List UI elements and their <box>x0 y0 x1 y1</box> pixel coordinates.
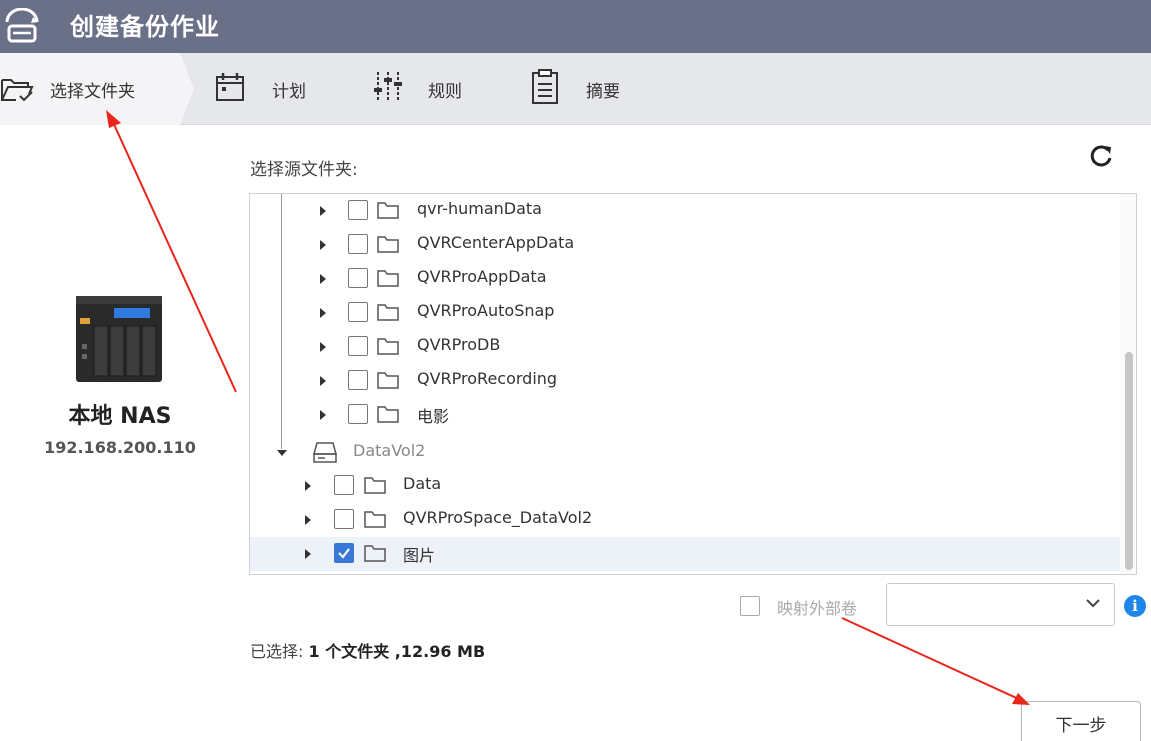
nas-panel: 本地 NAS 192.168.200.110 <box>0 126 240 741</box>
folder-icon <box>364 545 386 562</box>
folder-label: 电影 <box>417 407 450 426</box>
expand-caret-icon[interactable] <box>305 481 311 491</box>
folder-label: QVRCenterAppData <box>417 233 575 252</box>
folder-checkbox[interactable] <box>348 268 368 288</box>
expand-caret-icon[interactable] <box>305 549 311 559</box>
folder-label: QVRProAppData <box>417 267 547 286</box>
folder-icon <box>377 304 399 321</box>
tree-row[interactable]: qvr-humanData <box>250 194 1120 228</box>
checkmark-icon <box>338 548 350 559</box>
step-rules[interactable]: 规则 <box>372 53 492 125</box>
sliders-icon <box>374 72 402 102</box>
tree-row[interactable]: QVRProDB <box>250 330 1120 364</box>
folder-checkbox[interactable] <box>348 200 368 220</box>
volume-label: DataVol2 <box>353 441 426 460</box>
selection-summary-value: 1 个文件夹 ,12.96 MB <box>308 642 486 661</box>
folder-icon <box>377 338 399 355</box>
folder-icon <box>377 372 399 389</box>
info-icon[interactable]: i <box>1124 595 1146 617</box>
expand-caret-icon[interactable] <box>320 342 326 352</box>
folder-icon <box>377 202 399 219</box>
folder-label: QVRProRecording <box>417 369 558 388</box>
step-label: 选择文件夹 <box>50 82 135 102</box>
step-label: 计划 <box>272 82 306 102</box>
folder-checkbox[interactable] <box>348 302 368 322</box>
step-label: 规则 <box>428 82 462 102</box>
annotation-arrow-line <box>841 617 1024 702</box>
next-button[interactable]: 下一步 <box>1021 701 1141 741</box>
selection-summary: 已选择: 1 个文件夹 ,12.96 MB <box>250 638 485 662</box>
tree-row[interactable]: QVRCenterAppData <box>250 228 1120 262</box>
title-bar: 创建备份作业 <box>0 0 1151 53</box>
calendar-icon <box>216 73 244 101</box>
folder-checkbox-checked[interactable] <box>334 543 354 563</box>
nas-ip: 192.168.200.110 <box>44 438 196 457</box>
folder-icon <box>377 270 399 287</box>
expand-caret-icon[interactable] <box>320 308 326 318</box>
folder-checkbox[interactable] <box>348 234 368 254</box>
folder-icon <box>364 477 386 494</box>
step-select-folder[interactable]: 选择文件夹 <box>0 53 194 125</box>
source-folder-label: 选择源文件夹: <box>250 160 358 180</box>
window-title: 创建备份作业 <box>70 13 220 41</box>
folder-icon <box>377 236 399 253</box>
step-summary[interactable]: 摘要 <box>530 53 650 125</box>
expand-caret-icon[interactable] <box>320 410 326 420</box>
folder-check-icon <box>1 79 34 102</box>
folder-checkbox[interactable] <box>334 509 354 529</box>
drive-icon <box>313 442 337 463</box>
tree-scrollbar[interactable] <box>1120 194 1136 574</box>
expand-caret-icon[interactable] <box>320 240 326 250</box>
folder-label: 图片 <box>403 546 436 565</box>
tree-row[interactable]: 电影 <box>250 398 1120 432</box>
nas-device-icon <box>76 296 162 382</box>
expand-caret-icon[interactable] <box>320 274 326 284</box>
folder-checkbox[interactable] <box>348 370 368 390</box>
nas-name: 本地 NAS <box>68 404 172 429</box>
refresh-icon[interactable] <box>1087 142 1115 170</box>
volume-row[interactable]: DataVol2 <box>250 435 1120 469</box>
backup-logo-icon <box>5 8 39 43</box>
collapse-caret-icon[interactable] <box>277 450 287 456</box>
tree-row[interactable]: Data <box>250 469 1120 503</box>
folder-icon <box>377 406 399 423</box>
tree-row[interactable]: QVRProSpace_DataVol2 <box>250 503 1120 537</box>
step-schedule[interactable]: 计划 <box>214 53 334 125</box>
step-label: 摘要 <box>586 82 620 102</box>
tree-row[interactable]: QVRProAutoSnap <box>250 296 1120 330</box>
selection-summary-prefix: 已选择: <box>250 642 304 661</box>
chevron-down-icon <box>1086 599 1100 608</box>
map-external-volume-label: 映射外部卷 <box>777 599 858 618</box>
tree-row[interactable]: QVRProRecording <box>250 364 1120 398</box>
folder-label: qvr-humanData <box>417 199 542 218</box>
tree-row-selected[interactable]: 图片 <box>250 537 1120 571</box>
folder-label: QVRProSpace_DataVol2 <box>403 508 593 527</box>
folder-label: QVRProDB <box>417 335 501 354</box>
folder-tree[interactable]: qvr-humanData QVRCenterAppData QVRProApp… <box>249 193 1137 575</box>
folder-icon <box>364 511 386 528</box>
scrollbar-thumb[interactable] <box>1125 352 1133 570</box>
wizard-step-bar: 选择文件夹 计划 规则 摘要 <box>0 53 1151 125</box>
expand-caret-icon[interactable] <box>305 515 311 525</box>
folder-checkbox[interactable] <box>334 475 354 495</box>
map-external-volume-checkbox[interactable] <box>740 596 760 616</box>
folder-checkbox[interactable] <box>348 336 368 356</box>
folder-label: QVRProAutoSnap <box>417 301 555 320</box>
folder-label: Data <box>403 474 442 493</box>
expand-caret-icon[interactable] <box>320 376 326 386</box>
folder-checkbox[interactable] <box>348 404 368 424</box>
expand-caret-icon[interactable] <box>320 206 326 216</box>
tree-row[interactable]: QVRProAppData <box>250 262 1120 296</box>
clipboard-icon <box>532 69 558 104</box>
external-volume-select[interactable] <box>886 583 1115 626</box>
